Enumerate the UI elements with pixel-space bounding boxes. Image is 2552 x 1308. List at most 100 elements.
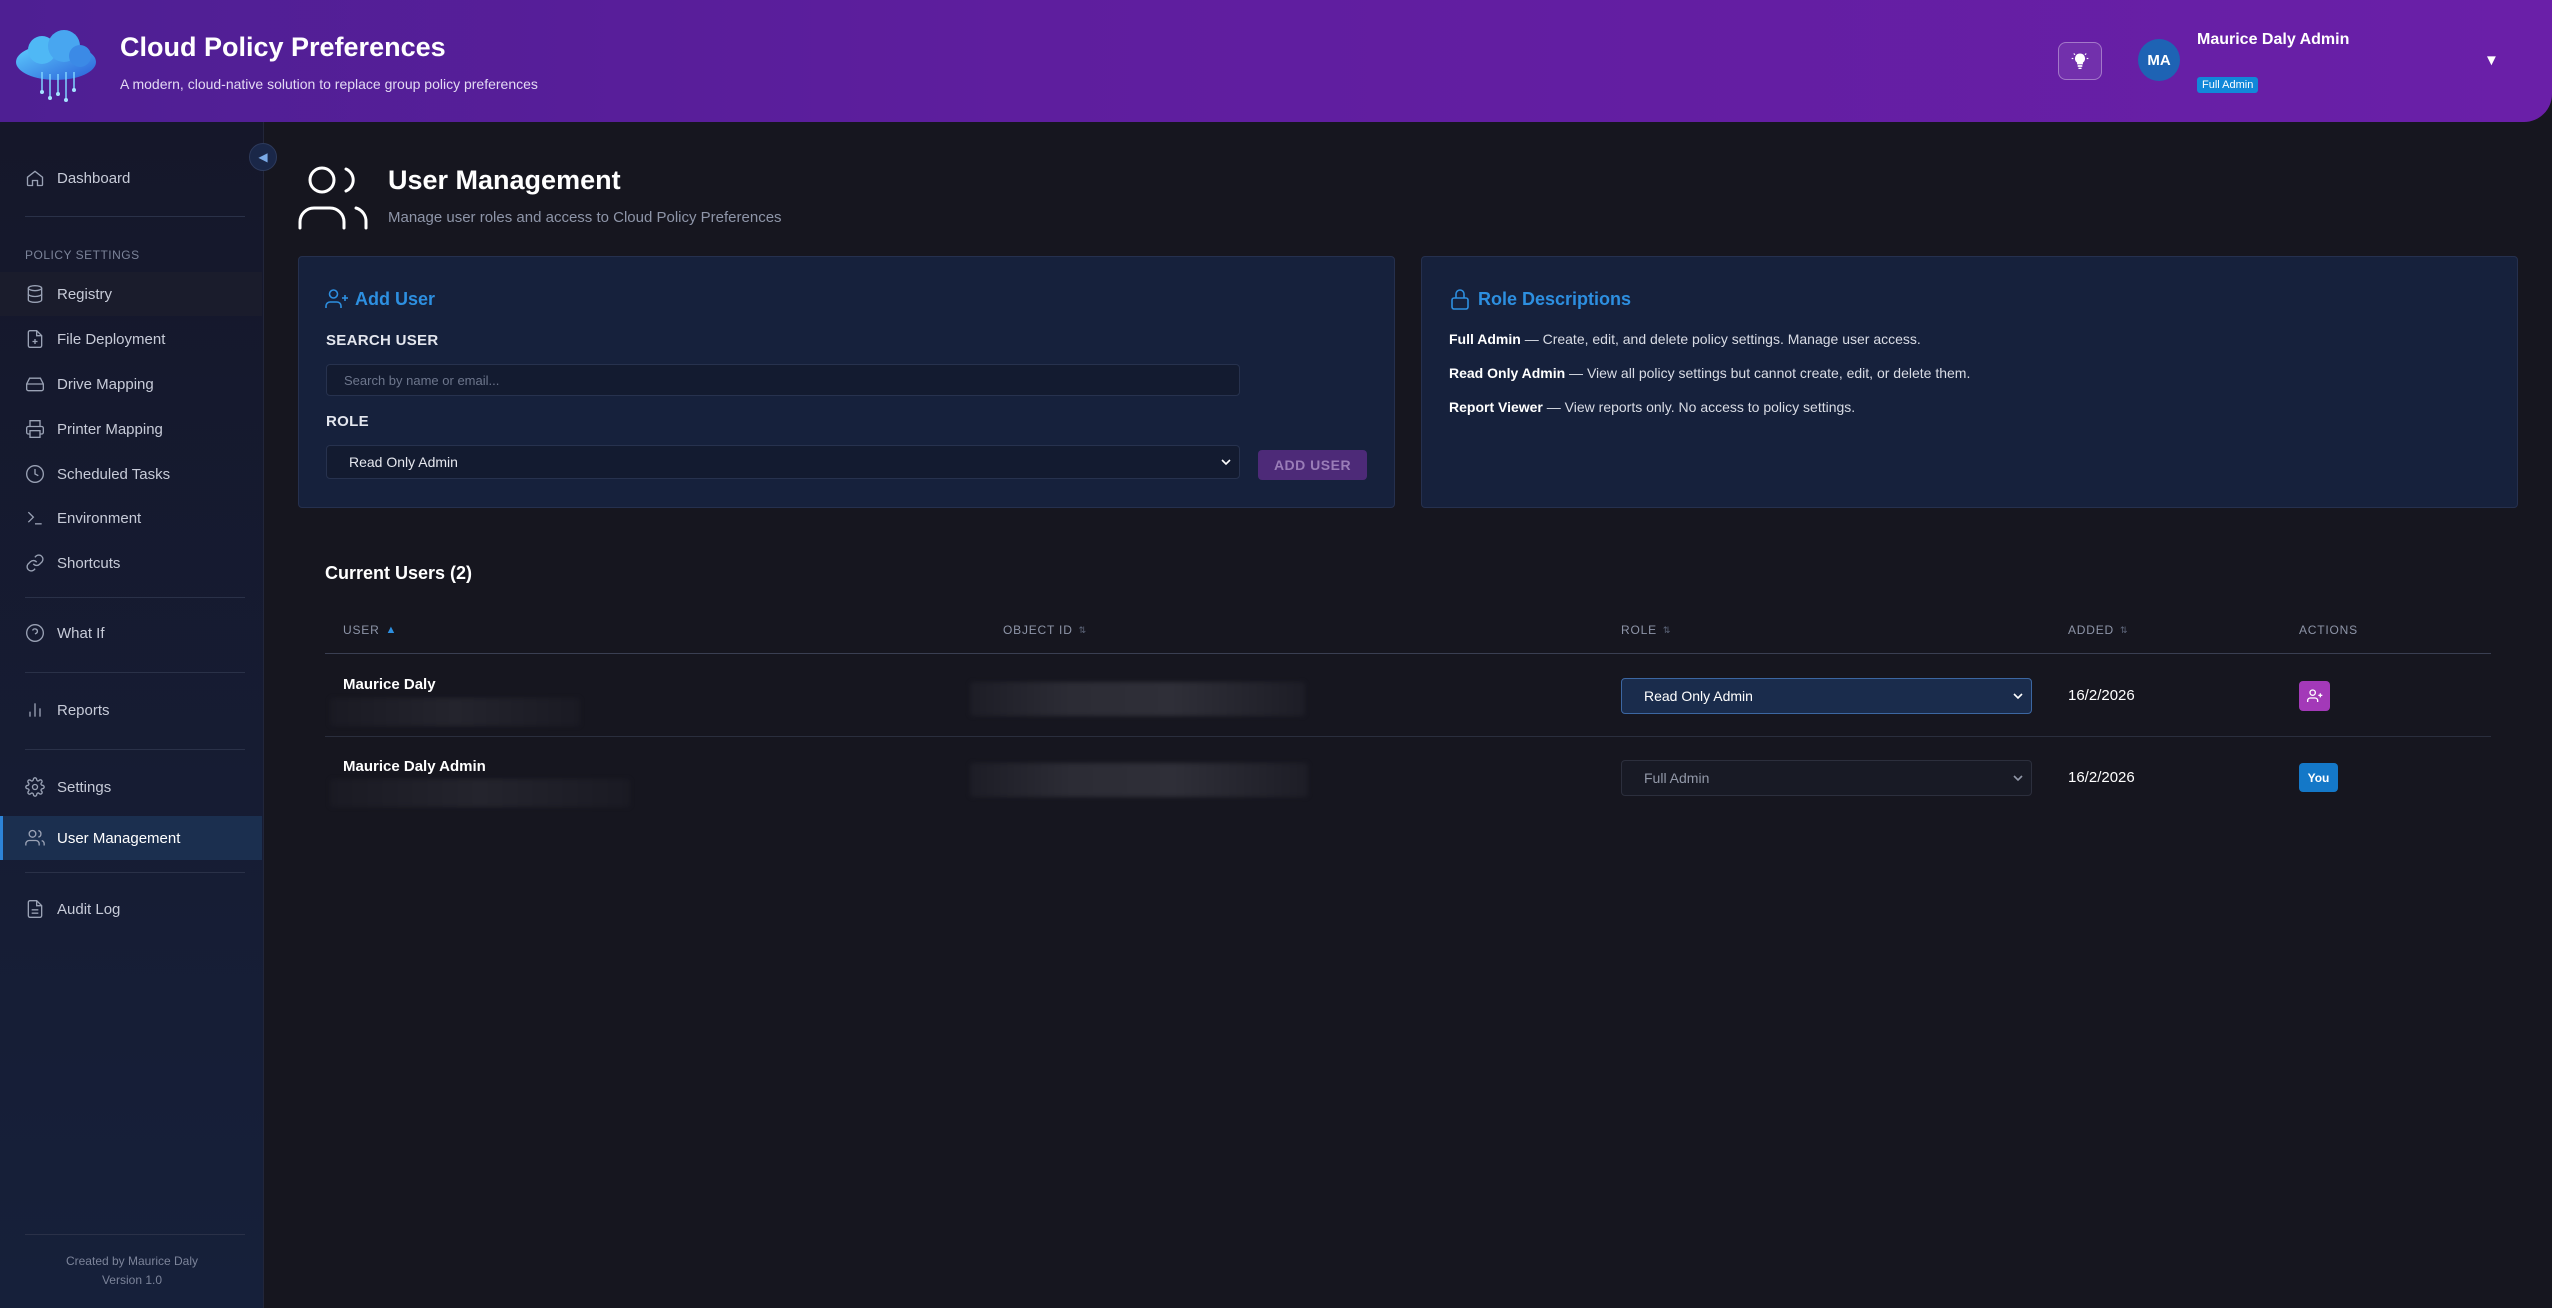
sidebar-item-user-management[interactable]: User Management (0, 816, 262, 860)
sidebar-item-scheduled-tasks[interactable]: Scheduled Tasks (0, 452, 262, 496)
credits-author: Created by Maurice Daly (65, 1254, 199, 1268)
user-plus-icon (325, 289, 348, 308)
role-name: Full Admin (1449, 331, 1521, 347)
sidebar-divider (25, 1234, 245, 1235)
added-date-cell: 16/2/2026 (2068, 687, 2135, 704)
page-subtitle: Manage user roles and access to Cloud Po… (388, 209, 782, 226)
user-name[interactable]: Maurice Daly Admin (2197, 31, 2349, 49)
chevron-down-icon (1221, 459, 1231, 466)
add-user-title: Add User (355, 288, 436, 309)
current-users-title: Current Users (2) (325, 563, 473, 583)
sidebar-item-environment[interactable]: Environment (0, 496, 262, 540)
avatar[interactable]: MA (2138, 39, 2180, 81)
user-menu-caret-icon[interactable]: ▼ (2484, 52, 2499, 69)
theme-toggle-button[interactable] (2058, 42, 2102, 80)
sidebar-divider (25, 597, 245, 598)
sidebar-item-label: Drive Mapping (57, 375, 154, 393)
role-select-value: Read Only Admin (349, 454, 458, 470)
row-role-value: Full Admin (1644, 770, 1710, 786)
row-divider (325, 736, 2491, 737)
sidebar-item-file-deployment[interactable]: File Deployment (0, 317, 262, 361)
sidebar-item-label: What If (57, 624, 105, 642)
sidebar-item-printer-mapping[interactable]: Printer Mapping (0, 407, 262, 451)
column-header-object-id[interactable]: OBJECT ID ⇅ (1003, 623, 1087, 637)
sidebar-item-registry[interactable]: Registry (0, 272, 262, 316)
row-role-select[interactable]: Read Only Admin (1621, 678, 2032, 714)
column-header-user[interactable]: USER ▲ (343, 623, 397, 637)
sidebar-item-what-if[interactable]: What If (0, 611, 262, 655)
app-title: Cloud Policy Preferences (120, 32, 446, 62)
sidebar-item-label: Dashboard (57, 169, 131, 187)
column-label: ADDED (2068, 623, 2115, 637)
role-desc: — Create, edit, and delete policy settin… (1520, 331, 1921, 347)
users-icon (25, 829, 45, 846)
chevron-down-icon (2013, 775, 2023, 782)
home-icon (26, 170, 44, 187)
card-title: Add User (325, 287, 435, 311)
column-label: OBJECT ID (1003, 623, 1073, 637)
cloud-logo-icon (16, 30, 96, 102)
lightbulb-icon (2071, 53, 2089, 69)
sidebar-divider (25, 749, 245, 750)
table-header-divider (325, 653, 2491, 654)
sidebar-item-drive-mapping[interactable]: Drive Mapping (0, 362, 262, 406)
role-desc: — View all policy settings but cannot cr… (1565, 365, 1971, 381)
database-icon (27, 285, 43, 304)
change-role-button[interactable] (2299, 681, 2330, 711)
column-label: ROLE (1621, 623, 1657, 637)
terminal-icon (27, 511, 42, 525)
redacted-email (330, 698, 580, 726)
sort-icon: ⇅ (2120, 624, 2129, 635)
add-user-card: Add User SEARCH USER ROLE Read Only Admi… (298, 256, 1395, 508)
role-descriptions-card: Role Descriptions Full Admin — Create, e… (1421, 256, 2518, 508)
sidebar-divider (25, 216, 245, 217)
search-input[interactable] (326, 364, 1240, 396)
sidebar-item-settings[interactable]: Settings (0, 765, 262, 809)
sidebar-item-audit-log[interactable]: Audit Log (0, 887, 262, 931)
lock-icon (1451, 289, 1469, 310)
link-icon (26, 554, 44, 572)
credits-version: Version 1.0 (101, 1273, 163, 1287)
user-plus-icon (2306, 689, 2322, 702)
file-plus-icon (27, 330, 43, 348)
column-header-added[interactable]: ADDED ⇅ (2068, 623, 2128, 637)
role-label: ROLE (326, 413, 369, 430)
page-title: User Management (388, 165, 621, 195)
sidebar-collapse-button[interactable]: ◀ (249, 143, 277, 171)
column-label: ACTIONS (2299, 623, 2358, 637)
sidebar-item-dashboard[interactable]: Dashboard (0, 156, 262, 200)
sidebar-divider (25, 672, 245, 673)
sidebar-item-label: User Management (57, 829, 181, 847)
sidebar-item-label: Shortcuts (57, 554, 121, 572)
role-description-report-viewer: Report Viewer — View reports only. No ac… (1449, 399, 1855, 415)
card-title: Role Descriptions (1448, 287, 1631, 311)
sort-icon: ⇅ (1662, 624, 1672, 635)
bar-chart-icon (29, 703, 41, 717)
chevron-down-icon (2013, 693, 2023, 700)
clock-icon (26, 465, 44, 483)
search-user-label: SEARCH USER (326, 332, 439, 349)
sidebar-item-reports[interactable]: Reports (0, 688, 262, 732)
sort-icon: ⇅ (1078, 624, 1087, 635)
sidebar-item-label: Environment (57, 509, 142, 527)
gear-icon (25, 777, 45, 797)
sidebar-item-label: Audit Log (57, 900, 121, 918)
sidebar-item-label: Settings (57, 778, 112, 796)
current-user-badge: You (2299, 763, 2338, 792)
redacted-object-id (970, 682, 1305, 716)
chevron-left-icon: ◀ (258, 150, 268, 164)
column-header-actions: ACTIONS (2299, 623, 2358, 637)
user-name-cell: Maurice Daly (343, 676, 436, 693)
role-desc: — View reports only. No access to policy… (1542, 399, 1856, 415)
users-icon (298, 166, 368, 230)
role-descriptions-title: Role Descriptions (1478, 288, 1632, 309)
user-name-cell: Maurice Daly Admin (343, 758, 486, 775)
sidebar-divider (25, 872, 245, 873)
sidebar-item-label: Reports (57, 701, 110, 719)
sidebar-section-label: POLICY SETTINGS (25, 248, 140, 262)
role-select[interactable]: Read Only Admin (326, 445, 1240, 479)
sidebar-item-shortcuts[interactable]: Shortcuts (0, 541, 262, 585)
row-role-select: Full Admin (1621, 760, 2032, 796)
column-header-role[interactable]: ROLE ⇅ (1621, 623, 1671, 637)
add-user-button[interactable]: ADD USER (1258, 450, 1367, 480)
